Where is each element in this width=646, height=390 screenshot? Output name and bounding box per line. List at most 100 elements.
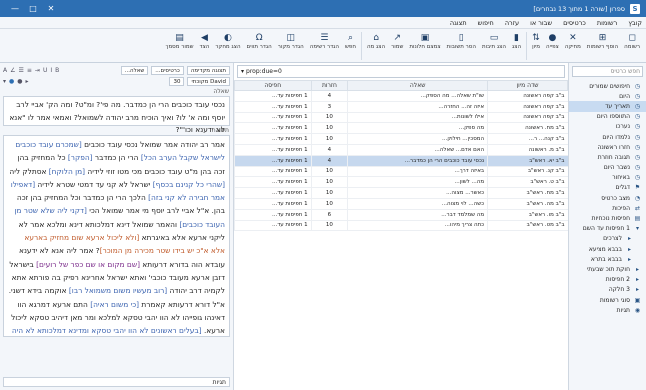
table-row[interactable]: ב"ב מה. ראש"ב כשה... לוי מצוה... 10 1 חפיסו… [234,198,568,210]
reps-cell: 6 [310,209,348,221]
deck-cell: 1 חפיסות עד... [234,176,312,189]
sidebar-item[interactable]: ◷ נשבר היום [569,163,646,173]
toolbar-button[interactable]: ⊞ הוסף רשומות [584,29,621,50]
sidebar-item[interactable]: ▸ בבבא בתרא [569,254,646,264]
sidebar-search-input[interactable]: חפש כרטיס [572,66,643,77]
sidebar-item[interactable]: ▸ 2 חפיסות [569,275,646,285]
italic-icon[interactable]: I [50,67,52,74]
toolbar-button[interactable]: ⌕ חפש [342,29,359,50]
toolbar-button[interactable]: ▯ הסר תשובות [444,29,479,50]
column-header[interactable]: חזרות [310,80,349,91]
toolbar-button[interactable]: ▭ הצג תיבות [479,29,509,50]
bold-icon[interactable]: B [55,67,59,74]
sort-field-cell: ב"ב קפה ראשונה [487,112,568,124]
menu-item[interactable]: כרטיסים [563,19,586,27]
table-row[interactable]: ב"ב מח. ראש"ב כאשר... מצוה... 10 1 חפיסות ע… [234,187,568,199]
sidebar-item[interactable]: ◔ מצב כרטיס [569,193,646,203]
column-header[interactable]: שדה מיון [487,80,568,91]
sidebar-item[interactable]: ◷ נלמדו היום [569,132,646,142]
toolbar-button[interactable]: ⇅ מיון [529,29,543,50]
color-dot-icon[interactable]: ● [9,78,14,85]
toolbar-button[interactable]: ☰ הגדר רשימה [307,29,342,50]
table-row[interactable]: ב"ב יא. ראש"ב נכסי עובד כוכבים הרי הן כמד… [234,155,568,167]
toolbar-button[interactable]: ↗ שמור [388,29,406,50]
dropdown-icon[interactable]: ▾ [3,78,6,85]
sidebar-item[interactable]: ◷ היום [569,91,646,101]
record-icon[interactable]: ● [17,78,22,85]
menu-item[interactable]: עזרה [505,19,519,27]
sidebar-item[interactable]: ▸ לצרכים [569,234,646,244]
menu-item[interactable]: תצוגה [450,19,467,27]
table-row[interactable]: ב"ב מט. ראש"ב כתה צריך מיהו... 10 1 חפיסות … [234,220,568,232]
size-select[interactable]: 30 [169,77,185,86]
font-select[interactable]: David מקוכתי [187,77,230,86]
toolbar-button[interactable]: ◻ רשומה [621,29,643,50]
toolbar-button[interactable]: ⌂ הצג מה [364,29,388,50]
sidebar-item[interactable]: ⚑ דגלים [569,183,646,193]
toolbar-button[interactable]: ✕ מחיקה [562,29,584,50]
column-header[interactable]: חפיסה [234,80,312,91]
sidebar-item[interactable]: ▸ חוקת תוכ שבעתי [569,264,646,274]
toolbar-button[interactable]: ▤ שמור מסמך [162,29,196,50]
text-color-icon[interactable]: A [3,67,7,74]
sidebar-item[interactable]: ◷ תאריך עד [569,101,646,112]
sidebar-item[interactable]: ▣ סוגי רשומות [569,295,646,305]
play-icon[interactable]: ▸ [26,78,29,85]
toolbar-button[interactable]: ● צפייה [543,29,562,50]
menu-item[interactable]: קובץ [628,19,642,27]
sidebar-item-label: דגלים [615,184,630,192]
sidebar-item[interactable]: ◷ באיחור [569,173,646,183]
table-row[interactable]: ב"ב מ. ראשונה האם אדם... שאלה... 4 1 חפיסות… [234,144,568,156]
minimize-icon[interactable]: — [6,4,24,13]
column-header[interactable]: שאלה [347,80,489,91]
sidebar-item[interactable]: ◷ נערכו [569,122,646,132]
sort-field-cell: ב"ב מט. ראש"ב [487,220,568,232]
table-row[interactable]: ב"ב מו. ראש"ב מה שמלמד דבר... 6 1 חפיסות עד… [234,209,568,221]
sidebar-item[interactable]: ◷ חיפושים שמורים [569,81,646,91]
table-row[interactable]: ב"ב קנ. ראש"ב באיזה דרך... 10 1 חפיסות עד..… [234,166,568,178]
table-row[interactable]: ב"ב קפה ראשונה אילו לשונות... 10 1 חפיסות ע… [234,112,568,124]
answer-field[interactable]: אמר רב יהודה אמר שמואל נכסי עובד כוכבים … [3,135,230,337]
underline-icon[interactable]: U [43,67,47,74]
question-cell: באיזה דרך... [347,166,488,178]
table-row[interactable]: ב"ב קנה... ר... המסכין... חילוק... 10 1 חפי… [234,133,568,145]
sidebar-item[interactable]: ⇄ הפיכות [569,203,646,213]
sidebar-item[interactable]: ◷ התווספו היום [569,112,646,122]
menu-item[interactable]: רשומות [597,19,618,27]
show-what-icon: ⌂ [373,33,379,43]
maximize-icon[interactable]: □ [24,4,42,13]
toolbar-button[interactable]: ▮ הצג [509,29,524,50]
sidebar-item[interactable]: ◉ תגיות [569,305,646,315]
toolbar-button[interactable]: ▣ צמצם חלונות [406,29,443,50]
indent-icon[interactable]: ⇥ [35,67,40,74]
toolbar-button[interactable]: ◫ הגדר מקור [275,29,307,50]
query-input[interactable]: ▾ prop:due=0 [237,65,565,78]
sidebar-item[interactable]: ▤ חפיסות נוכחיות [569,213,646,223]
table-row[interactable]: ב"ב מח. ראשונה מה ספק... 10 1 חפיסות עד... [234,122,568,135]
tags-field[interactable]: תגיות [3,377,230,387]
menu-item[interactable]: חיפוש [478,19,494,27]
sidebar-item-label: 1 חפיסות עד השם [582,225,630,233]
preview-chip[interactable]: תצוגה מקדימה [186,66,230,75]
sidebar-item[interactable]: ◷ חזרו ראשונה [569,142,646,152]
ordered-list-icon[interactable]: ≡ [27,67,32,74]
close-icon[interactable]: ✕ [42,4,60,13]
table-row[interactable]: ב"ב קפה ראשונה איזה זה... החזרה... 3 1 חפיס… [234,101,568,113]
toolbar-button[interactable]: ◐ הצג מחקר [212,29,243,50]
question-field[interactable]: נכסי עובד כוכבים הרי הן כמדבר. מה פי'? ו… [3,96,230,134]
sidebar-item[interactable]: ◷ תגובה חוזרת [569,152,646,162]
deck-icon: ▤ [634,215,641,223]
menu-item[interactable]: שבור או [530,19,552,27]
sidebar-item[interactable]: ▸ 3 חלקה [569,285,646,295]
sidebar-item[interactable]: ▾ 1 חפיסות עד השם [569,224,646,234]
toolbar-button[interactable]: ◀ הצד [196,29,212,50]
toolbar-button[interactable]: Ω הגדר תווים [244,29,275,50]
list-icon[interactable]: ☰ [19,67,24,74]
cards-chip[interactable]: כרטיסים... [151,66,184,75]
table-row[interactable]: ב"ב קפה ראשונה שו"ת שאלה... מה הספק... 4 1 … [234,90,568,102]
sidebar-item[interactable]: ▸ בבבא מציעא [569,244,646,254]
fields-chip[interactable]: שאלה... [120,66,149,75]
table-row[interactable]: ב"ב ט. ראש"ב מה... לשון... 10 1 חפיסות עד..… [234,176,568,189]
highlight-icon[interactable]: ∠ [10,67,15,74]
window-title: ספרון [שורה 1 מתוך 13 נבחרים] [533,4,625,13]
